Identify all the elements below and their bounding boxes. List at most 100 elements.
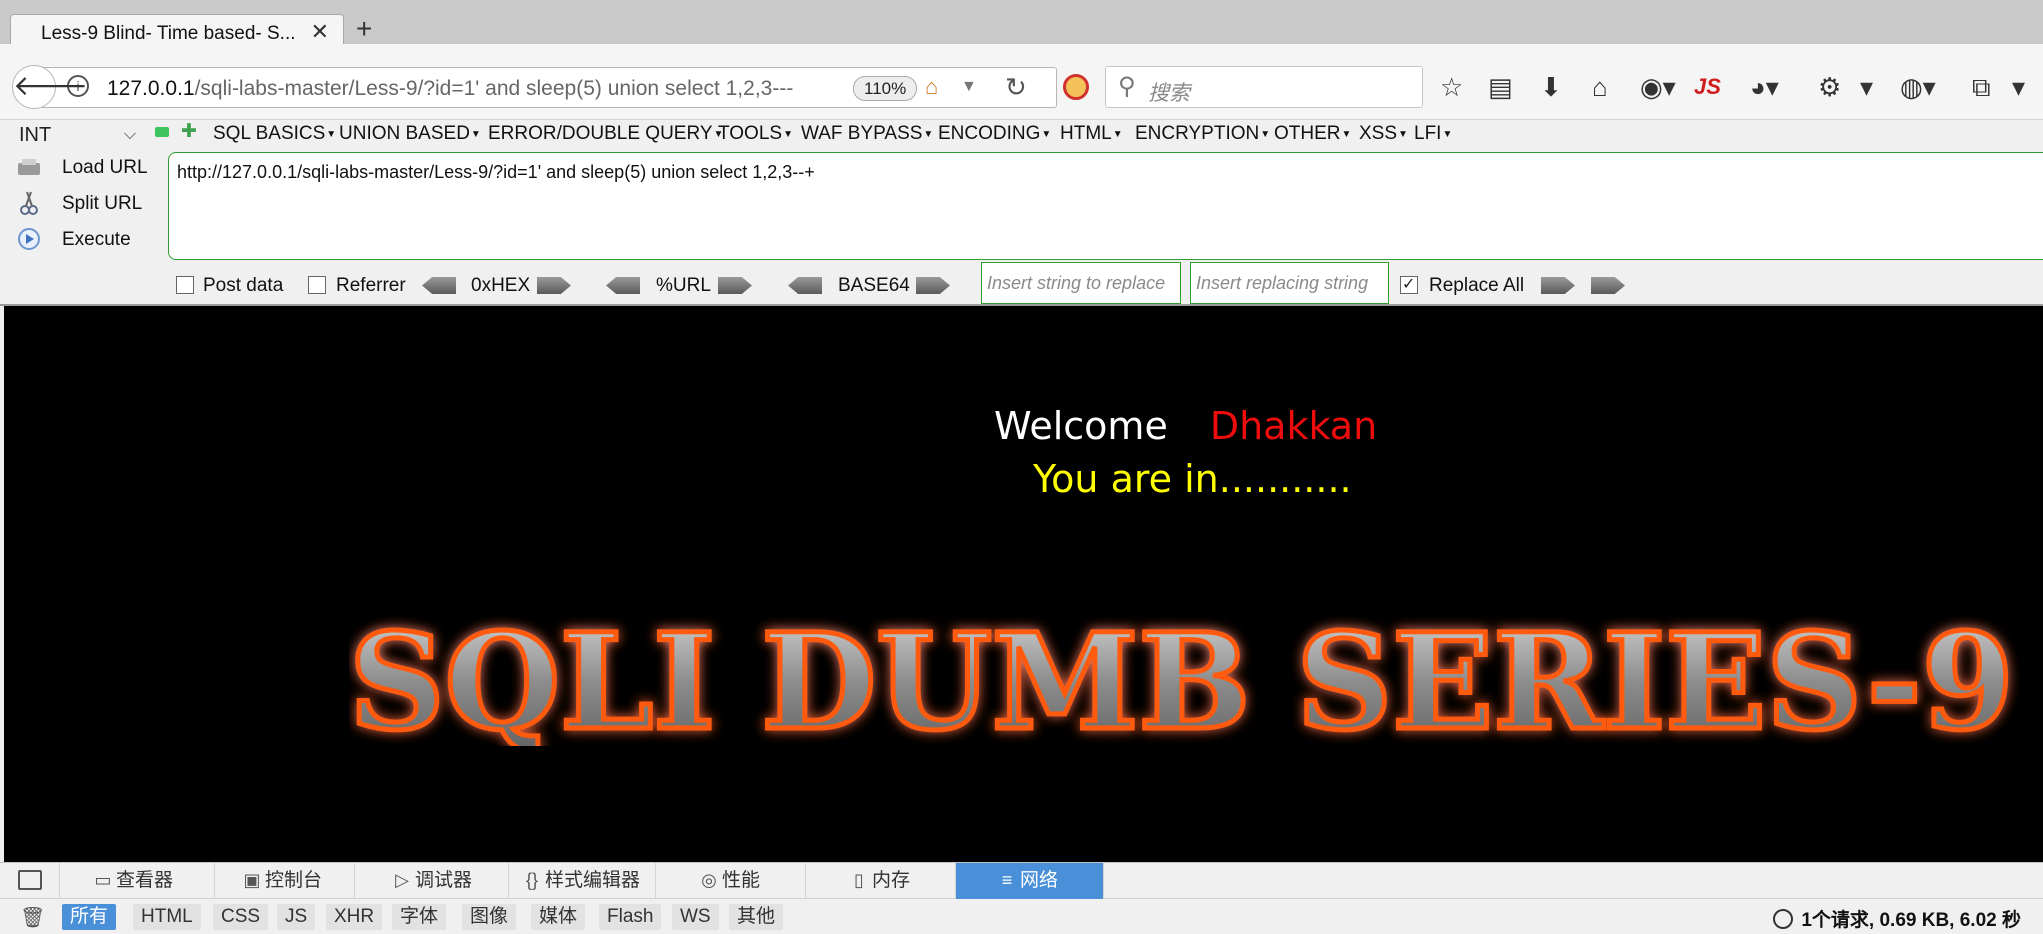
timer-icon — [1773, 909, 1794, 929]
tab-performance[interactable]: ◎ 性能 — [656, 863, 806, 899]
filter-all[interactable]: 所有 — [62, 904, 117, 930]
menu-xss[interactable]: XSS▼ — [1359, 123, 1408, 145]
execute-button[interactable]: Execute — [12, 225, 172, 255]
url-bar[interactable]: i 127.0.0.1/sqli-labs-master/Less-9/?id=… — [42, 67, 1057, 108]
referrer-label: Referrer — [336, 275, 406, 296]
network-summary: 1个请求, 0.69 KB, 6.02 秒 — [1773, 905, 2021, 932]
type-select-value: INT — [19, 124, 52, 146]
play-icon — [18, 228, 40, 250]
bookmark-star-icon[interactable]: ☆ — [1440, 73, 1463, 101]
search-placeholder: 搜索 — [1148, 82, 1190, 105]
tab-title: Less-9 Blind- Time based- S... — [41, 23, 296, 44]
menu-lfi[interactable]: LFI▼ — [1414, 123, 1452, 145]
filter-media[interactable]: 媒体 — [531, 904, 586, 930]
menu-html[interactable]: HTML▼ — [1060, 123, 1123, 145]
tab-memory[interactable]: ▯ 内存 — [806, 863, 956, 899]
back-button[interactable]: 🡐 — [12, 65, 88, 109]
status-message: You are in........... — [1033, 457, 1352, 501]
filter-ws[interactable]: WS — [672, 904, 719, 930]
page-content: Welcome Dhakkan You are in........... SQL… — [4, 306, 2043, 862]
hex-encode-arrow-icon[interactable] — [537, 277, 571, 294]
base64-decode-arrow-icon[interactable] — [788, 277, 822, 294]
trash-icon[interactable]: 🗑 — [20, 905, 45, 930]
hackbar-menu: INT ⌵ ✚ SQL BASICS▼ UNION BASED▼ ERROR/D… — [0, 120, 2043, 152]
window-icon[interactable]: ⧉ — [1972, 73, 1991, 101]
chevron-down-icon[interactable]: ▾ — [1860, 73, 1873, 101]
extension-globe-icon[interactable]: ◕▾ — [1750, 73, 1779, 101]
replace-arrow-icon[interactable] — [1541, 277, 1575, 294]
menu-other[interactable]: OTHER▼ — [1274, 123, 1351, 145]
replace-string-field[interactable] — [1190, 262, 1389, 304]
palette-icon[interactable]: ⚙ — [1818, 73, 1841, 101]
decrease-icon[interactable] — [155, 127, 169, 137]
js-toggle-icon[interactable]: JS — [1694, 73, 1721, 101]
replace-next-arrow-icon[interactable] — [1591, 277, 1625, 294]
extension-icon[interactable]: ◍▾ — [1900, 73, 1936, 101]
zoom-indicator[interactable]: 110% — [853, 76, 918, 101]
tab-debugger[interactable]: ▷ 调试器 — [355, 863, 509, 899]
url-host: 127.0.0.1 — [107, 77, 195, 100]
filter-css[interactable]: CSS — [213, 904, 269, 930]
profile-icon[interactable]: ◉▾ — [1640, 73, 1676, 101]
banner-text: SQLI DUMB SERIES-9 — [349, 616, 2014, 746]
summary-text: 1个请求, 0.69 KB, 6.02 秒 — [1801, 910, 2021, 931]
menu-union-based[interactable]: UNION BASED▼ — [339, 123, 481, 145]
replace-all-checkbox[interactable] — [1400, 274, 1418, 294]
blocker-icon[interactable] — [1063, 74, 1089, 100]
tab-console[interactable]: ▣ 控制台 — [215, 863, 355, 899]
menu-encryption[interactable]: ENCRYPTION▼ — [1135, 123, 1270, 145]
filter-html[interactable]: HTML — [133, 904, 201, 930]
filter-other[interactable]: 其他 — [729, 904, 784, 930]
close-tab-icon[interactable]: ✕ — [311, 19, 329, 45]
home-icon[interactable]: ⌂ — [925, 74, 938, 100]
filter-xhr[interactable]: XHR — [326, 904, 383, 930]
find-string-field[interactable] — [981, 262, 1181, 304]
element-picker-button[interactable] — [0, 863, 60, 899]
browser-tab[interactable]: Less-9 Blind- Time based- S... ✕ — [10, 14, 344, 45]
braces-icon: {} — [525, 870, 539, 890]
increase-icon[interactable]: ✚ — [181, 122, 197, 141]
filter-flash[interactable]: Flash — [599, 904, 662, 930]
type-select[interactable]: INT ⌵ — [10, 122, 144, 149]
menu-waf-bypass[interactable]: WAF BYPASS▼ — [801, 123, 933, 145]
split-url-button[interactable]: Split URL — [12, 189, 172, 219]
tab-strip: Less-9 Blind- Time based- S... ✕ + — [0, 0, 2043, 45]
new-tab-button[interactable]: + — [356, 15, 372, 43]
filter-js[interactable]: JS — [277, 904, 316, 930]
arrow-left-icon: 🡐 — [13, 70, 89, 101]
search-icon: ⚲ — [1118, 73, 1136, 100]
tab-inspector[interactable]: ▭ 查看器 — [60, 863, 215, 899]
url-text[interactable]: 127.0.0.1/sqli-labs-master/Less-9/?id=1'… — [107, 77, 793, 101]
replace-all-label: Replace All — [1429, 275, 1525, 296]
menu-sql-basics[interactable]: SQL BASICS▼ — [213, 123, 336, 145]
network-icon: ≡ — [1001, 870, 1013, 890]
filter-fonts[interactable]: 字体 — [392, 904, 447, 930]
tab-style-editor[interactable]: {} 样式编辑器 — [509, 863, 656, 899]
post-data-checkbox[interactable] — [176, 276, 194, 294]
console-icon: ▣ — [243, 870, 261, 890]
chevron-down-icon[interactable]: ▼ — [961, 78, 977, 96]
menu-tools[interactable]: TOOLS▼ — [718, 123, 793, 145]
find-string-input[interactable] — [982, 263, 1180, 303]
search-box[interactable]: ⚲ 搜索 — [1105, 66, 1423, 108]
home-toolbar-icon[interactable]: ⌂ — [1592, 73, 1608, 101]
tab-network[interactable]: ≡ 网络 — [956, 863, 1104, 899]
menu-error-double-query[interactable]: ERROR/DOUBLE QUERY▼ — [488, 123, 723, 145]
base64-encode-arrow-icon[interactable] — [916, 277, 950, 294]
hackbar-panel: INT ⌵ ✚ SQL BASICS▼ UNION BASED▼ ERROR/D… — [0, 120, 2043, 306]
url-decode-arrow-icon[interactable] — [606, 277, 640, 294]
reload-icon[interactable]: ↻ — [1005, 72, 1027, 103]
referrer-checkbox[interactable] — [308, 276, 326, 294]
reading-list-icon[interactable]: ▤ — [1488, 73, 1513, 101]
menu-encoding[interactable]: ENCODING▼ — [938, 123, 1051, 145]
url-encode-arrow-icon[interactable] — [718, 277, 752, 294]
load-url-button[interactable]: Load URL — [12, 153, 172, 183]
filter-images[interactable]: 图像 — [462, 904, 517, 930]
hackbar-url-textarea[interactable]: http://127.0.0.1/sqli-labs-master/Less-9… — [168, 152, 2043, 260]
hex-decode-arrow-icon[interactable] — [422, 277, 456, 294]
replace-string-input[interactable] — [1191, 263, 1388, 303]
overflow-menu-icon[interactable]: ▾ — [2012, 73, 2025, 101]
welcome-text: Welcome — [994, 404, 1168, 448]
download-icon[interactable]: ⬇ — [1540, 73, 1562, 101]
url-path: /sqli-labs-master/Less-9/?id=1' and slee… — [194, 77, 794, 100]
